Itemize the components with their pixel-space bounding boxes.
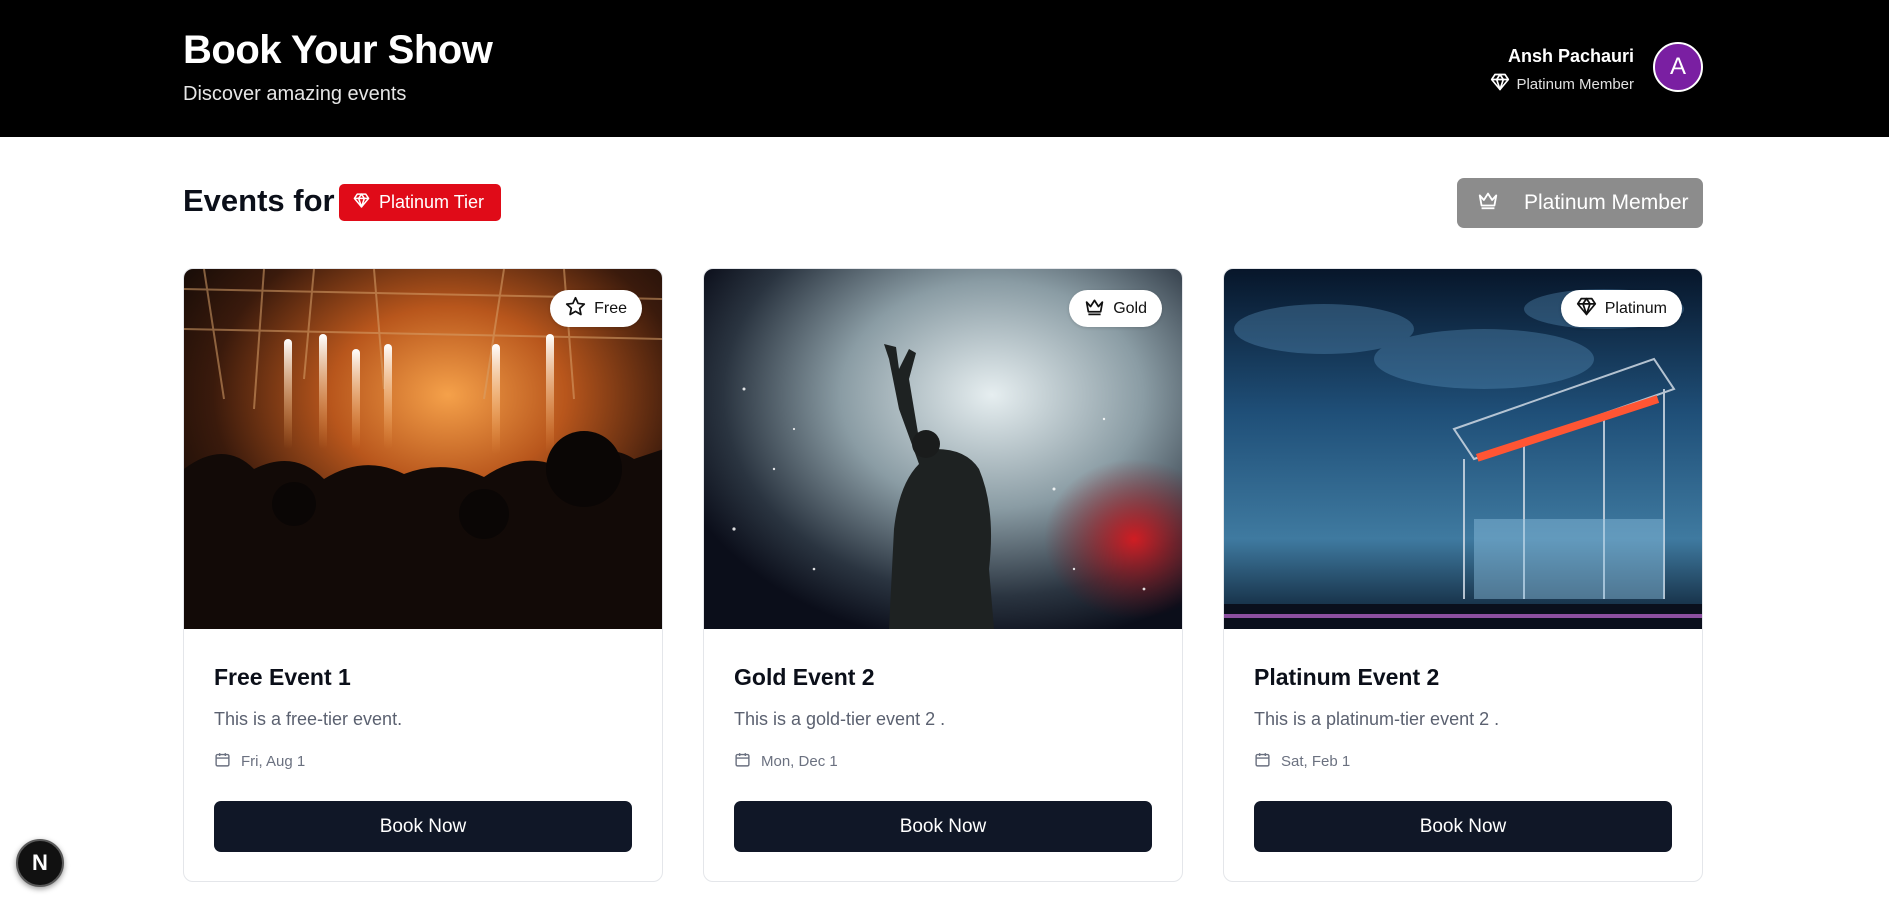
event-date: Mon, Dec 1 [734,751,838,772]
event-title: Platinum Event 2 [1254,664,1440,690]
diamond-icon [1576,296,1597,322]
tier-pill: Platinum [1560,290,1682,327]
user-tier-label: Platinum Member [1516,75,1634,93]
calendar-icon [734,751,751,772]
event-card: Free Free Event 1 This is a free-tier ev… [183,268,663,882]
event-title: Free Event 1 [214,664,351,690]
user-info: Ansh Pachauri Platinum Member [1490,46,1634,96]
book-now-button[interactable]: Book Now [1254,801,1672,852]
tier-pill: Gold [1069,290,1162,327]
avatar[interactable]: A [1653,42,1703,92]
user-tier: Platinum Member [1490,72,1634,96]
calendar-icon [214,751,231,772]
member-button-label: Platinum Member [1524,191,1689,214]
tier-pill-label: Gold [1113,299,1147,317]
tier-pill-label: Platinum [1604,299,1667,317]
event-date-label: Mon, Dec 1 [761,753,838,770]
event-description: This is a platinum-tier event 2 . [1254,709,1500,729]
crown-icon [1084,296,1105,322]
book-now-button[interactable]: Book Now [734,801,1152,852]
tier-badge-label: Platinum Tier [379,192,485,212]
event-card: Gold Gold Event 2 This is a gold-tier ev… [703,268,1183,882]
crown-icon [1477,189,1499,217]
star-icon [565,296,586,322]
diamond-icon [1490,72,1510,96]
site-title[interactable]: Book Your Show [183,28,493,73]
event-title: Gold Event 2 [734,664,875,690]
tier-badge: Platinum Tier [339,184,502,221]
user-name: Ansh Pachauri [1507,46,1634,66]
site-header: Book Your Show Discover amazing events A… [0,0,1889,137]
member-button[interactable]: Platinum Member [1457,178,1703,228]
tier-pill-label: Free [594,299,627,317]
dev-tools-badge[interactable]: N [16,839,64,887]
section-title: Events for [183,183,335,218]
tier-pill: Free [550,290,642,327]
event-description: This is a gold-tier event 2 . [734,709,946,729]
diamond-icon [353,192,370,214]
calendar-icon [1254,751,1271,772]
event-date: Fri, Aug 1 [214,751,305,772]
event-date-label: Sat, Feb 1 [1281,753,1351,770]
site-subtitle: Discover amazing events [183,83,407,105]
book-now-button[interactable]: Book Now [214,801,632,852]
event-description: This is a free-tier event. [214,709,403,729]
event-card: Platinum Platinum Event 2 This is a plat… [1223,268,1703,882]
event-date-label: Fri, Aug 1 [241,753,306,770]
event-date: Sat, Feb 1 [1254,751,1350,772]
